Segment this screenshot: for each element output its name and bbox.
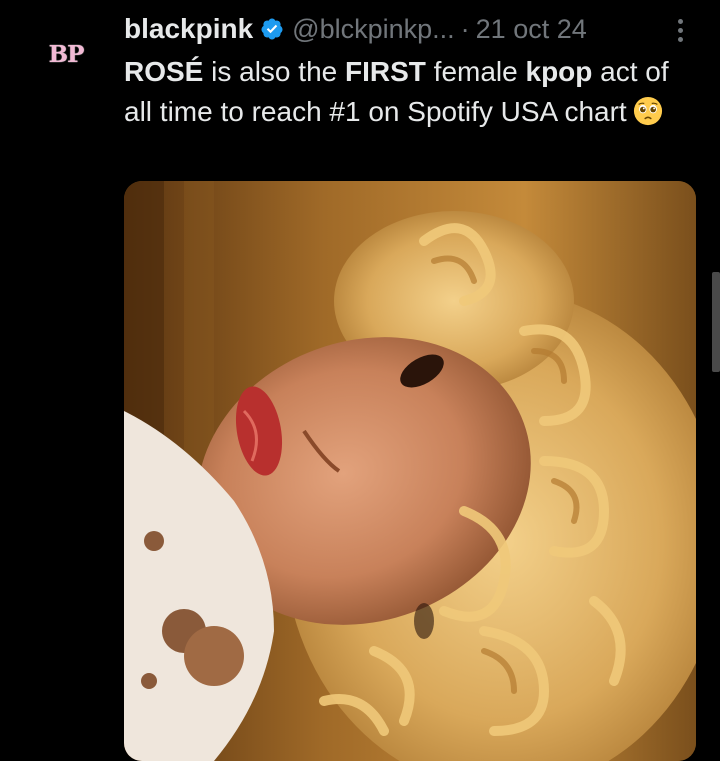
scrollbar[interactable] (712, 272, 720, 372)
avatar[interactable]: BP (30, 28, 102, 80)
text-bold-kpop: kpop (525, 56, 593, 87)
text-bold-rose: ROSÉ (124, 56, 204, 87)
separator-dot: · (460, 13, 470, 44)
verified-badge-icon (261, 18, 283, 40)
text-segment: female (425, 56, 526, 87)
more-options-icon[interactable] (664, 14, 696, 46)
tweet-header: blackpink @blckpinkp... · 21 oct 24 (124, 10, 587, 48)
text-bold-first: FIRST (345, 56, 426, 87)
tweet[interactable]: BP blackpink @blckpinkp... · 21 oct 24 R… (0, 0, 720, 761)
tweet-photo[interactable] (124, 181, 696, 761)
tweet-text: ROSÉ is also the FIRST female kpop act o… (124, 52, 694, 132)
display-name[interactable]: blackpink (124, 13, 253, 45)
pleading-face-emoji (633, 96, 662, 126)
text-segment: is also the (203, 56, 345, 87)
tweet-date[interactable]: 21 oct 24 (476, 14, 587, 45)
photo-portrait (124, 181, 696, 761)
user-handle[interactable]: @blckpinkp... (292, 14, 454, 45)
avatar-logo: BP (48, 40, 85, 68)
